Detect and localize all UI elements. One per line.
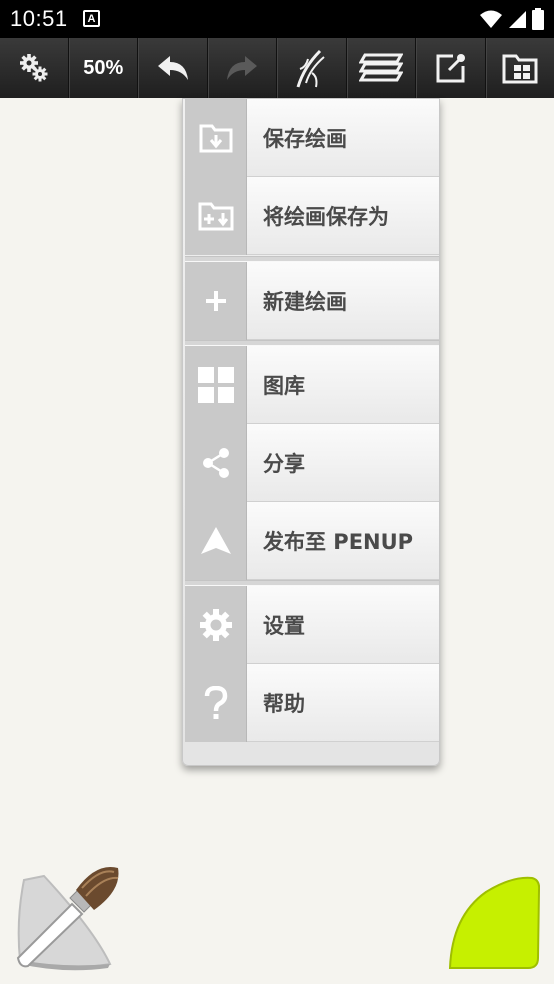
- menu-item-label: 新建绘画: [247, 262, 439, 340]
- gallery-icon: [502, 54, 538, 84]
- settings-button[interactable]: [0, 38, 69, 98]
- gear-icon: [199, 609, 232, 641]
- menu-item-help[interactable]: 帮助: [185, 664, 439, 742]
- zoom-label: 50%: [83, 56, 124, 79]
- main-menu: 保存绘画 将绘画保存为 新建绘画 图库 分享 发布至 PENUP 设置 帮助: [182, 98, 440, 766]
- toolbar: 50%: [0, 38, 554, 98]
- menu-item-label: 帮助: [247, 664, 439, 742]
- folder-save-icon: [199, 124, 232, 153]
- menu-item-settings[interactable]: 设置: [185, 586, 439, 664]
- status-bar: 10:51 A: [0, 0, 554, 38]
- settings-gears-icon: [19, 54, 48, 82]
- signal-icon: [509, 11, 526, 28]
- pen-style-icon: [296, 49, 325, 88]
- help-icon: [204, 686, 227, 719]
- penup-icon: [200, 527, 231, 554]
- menu-item-label: 发布至 PENUP: [247, 502, 439, 580]
- menu-item-label: 图库: [247, 346, 439, 424]
- menu-item-publish-penup[interactable]: 发布至 PENUP: [185, 502, 439, 580]
- gallery-button[interactable]: [485, 38, 554, 98]
- color-swatch-icon: [448, 876, 541, 969]
- export-icon: [436, 54, 465, 83]
- folder-save-as-icon: [198, 202, 233, 231]
- brush-tool-button[interactable]: [14, 860, 124, 972]
- menu-item-save-as[interactable]: 将绘画保存为: [185, 177, 439, 255]
- system-icons: [480, 8, 544, 30]
- undo-button[interactable]: [138, 38, 208, 98]
- menu-item-gallery[interactable]: 图库: [185, 346, 439, 424]
- clock: 10:51: [10, 6, 68, 31]
- redo-icon: [227, 56, 258, 80]
- plus-icon: [205, 291, 226, 311]
- gallery-grid-icon: [197, 367, 234, 403]
- battery-icon: [532, 8, 544, 30]
- menu-item-share[interactable]: 分享: [185, 424, 439, 502]
- layers-button[interactable]: [346, 38, 416, 98]
- zoom-button[interactable]: 50%: [68, 38, 138, 98]
- menu-item-label: 将绘画保存为: [247, 177, 439, 255]
- export-button[interactable]: [416, 38, 486, 98]
- paintbrush-icon: [16, 866, 119, 971]
- menu-item-save[interactable]: 保存绘画: [185, 99, 439, 177]
- menu-item-label: 分享: [247, 424, 439, 502]
- notification-icon: A: [83, 10, 100, 27]
- color-picker-button[interactable]: [446, 876, 541, 970]
- redo-button[interactable]: [207, 38, 277, 98]
- menu-item-label: 保存绘画: [247, 99, 439, 177]
- layers-icon: [359, 53, 404, 82]
- menu-item-new-drawing[interactable]: 新建绘画: [185, 262, 439, 340]
- pen-style-button[interactable]: [277, 38, 347, 98]
- menu-item-label: 设置: [247, 586, 439, 664]
- undo-icon: [157, 56, 188, 80]
- share-icon: [202, 448, 229, 478]
- wifi-icon: [480, 10, 502, 28]
